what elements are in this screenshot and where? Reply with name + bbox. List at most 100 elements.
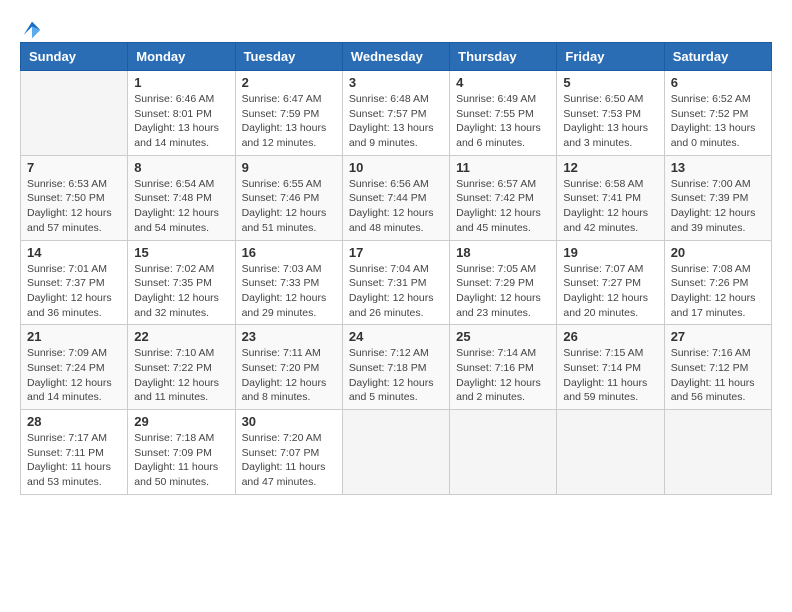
day-info: Sunrise: 6:56 AM Sunset: 7:44 PM Dayligh…	[349, 177, 443, 236]
calendar-cell: 6 Sunrise: 6:52 AM Sunset: 7:52 PM Daylig…	[664, 71, 771, 156]
calendar-cell: 19 Sunrise: 7:07 AM Sunset: 7:27 PM Dayli…	[557, 240, 664, 325]
calendar-cell: 11 Sunrise: 6:57 AM Sunset: 7:42 PM Dayli…	[450, 155, 557, 240]
day-info: Sunrise: 7:05 AM Sunset: 7:29 PM Dayligh…	[456, 262, 550, 321]
calendar-cell	[21, 71, 128, 156]
day-number: 14	[27, 245, 121, 260]
day-info: Sunrise: 7:00 AM Sunset: 7:39 PM Dayligh…	[671, 177, 765, 236]
calendar-cell: 23 Sunrise: 7:11 AM Sunset: 7:20 PM Dayli…	[235, 325, 342, 410]
column-header-monday: Monday	[128, 43, 235, 71]
calendar-cell: 18 Sunrise: 7:05 AM Sunset: 7:29 PM Dayli…	[450, 240, 557, 325]
calendar-cell	[342, 410, 449, 495]
day-number: 2	[242, 75, 336, 90]
day-number: 12	[563, 160, 657, 175]
calendar-cell: 4 Sunrise: 6:49 AM Sunset: 7:55 PM Daylig…	[450, 71, 557, 156]
day-info: Sunrise: 6:46 AM Sunset: 8:01 PM Dayligh…	[134, 92, 228, 151]
calendar-cell: 3 Sunrise: 6:48 AM Sunset: 7:57 PM Daylig…	[342, 71, 449, 156]
calendar-cell	[664, 410, 771, 495]
day-number: 23	[242, 329, 336, 344]
calendar-cell: 2Sunrise: 6:47 AM Sunset: 7:59 PM Daylig…	[235, 71, 342, 156]
day-info: Sunrise: 6:52 AM Sunset: 7:52 PM Dayligh…	[671, 92, 765, 151]
day-number: 15	[134, 245, 228, 260]
day-number: 11	[456, 160, 550, 175]
day-number: 17	[349, 245, 443, 260]
day-number: 1	[134, 75, 228, 90]
calendar-cell	[557, 410, 664, 495]
calendar-cell: 17 Sunrise: 7:04 AM Sunset: 7:31 PM Dayli…	[342, 240, 449, 325]
day-number: 26	[563, 329, 657, 344]
calendar-cell: 26 Sunrise: 7:15 AM Sunset: 7:14 PM Dayli…	[557, 325, 664, 410]
calendar-cell: 9 Sunrise: 6:55 AM Sunset: 7:46 PM Daylig…	[235, 155, 342, 240]
day-number: 19	[563, 245, 657, 260]
column-header-friday: Friday	[557, 43, 664, 71]
day-info: Sunrise: 7:08 AM Sunset: 7:26 PM Dayligh…	[671, 262, 765, 321]
column-header-saturday: Saturday	[664, 43, 771, 71]
day-number: 10	[349, 160, 443, 175]
calendar-cell: 24 Sunrise: 7:12 AM Sunset: 7:18 PM Dayli…	[342, 325, 449, 410]
day-info: Sunrise: 7:04 AM Sunset: 7:31 PM Dayligh…	[349, 262, 443, 321]
calendar-cell: 28 Sunrise: 7:17 AM Sunset: 7:11 PM Dayli…	[21, 410, 128, 495]
logo	[20, 20, 42, 32]
calendar-cell: 10 Sunrise: 6:56 AM Sunset: 7:44 PM Dayli…	[342, 155, 449, 240]
day-info: Sunrise: 7:07 AM Sunset: 7:27 PM Dayligh…	[563, 262, 657, 321]
day-number: 21	[27, 329, 121, 344]
calendar-cell: 22Sunrise: 7:10 AM Sunset: 7:22 PM Dayli…	[128, 325, 235, 410]
day-number: 20	[671, 245, 765, 260]
calendar-header-row: SundayMondayTuesdayWednesdayThursdayFrid…	[21, 43, 772, 71]
calendar-week-row: 14Sunrise: 7:01 AM Sunset: 7:37 PM Dayli…	[21, 240, 772, 325]
calendar-week-row: 28 Sunrise: 7:17 AM Sunset: 7:11 PM Dayli…	[21, 410, 772, 495]
day-number: 4	[456, 75, 550, 90]
day-info: Sunrise: 7:11 AM Sunset: 7:20 PM Dayligh…	[242, 346, 336, 405]
day-info: Sunrise: 7:12 AM Sunset: 7:18 PM Dayligh…	[349, 346, 443, 405]
calendar-cell: 30 Sunrise: 7:20 AM Sunset: 7:07 PM Dayli…	[235, 410, 342, 495]
day-info: Sunrise: 6:53 AM Sunset: 7:50 PM Dayligh…	[27, 177, 121, 236]
day-number: 28	[27, 414, 121, 429]
calendar-cell	[450, 410, 557, 495]
day-info: Sunrise: 7:17 AM Sunset: 7:11 PM Dayligh…	[27, 431, 121, 490]
day-number: 3	[349, 75, 443, 90]
day-number: 18	[456, 245, 550, 260]
day-number: 5	[563, 75, 657, 90]
day-number: 8	[134, 160, 228, 175]
column-header-sunday: Sunday	[21, 43, 128, 71]
calendar-cell: 15 Sunrise: 7:02 AM Sunset: 7:35 PM Dayli…	[128, 240, 235, 325]
calendar-cell: 12Sunrise: 6:58 AM Sunset: 7:41 PM Dayli…	[557, 155, 664, 240]
calendar-cell: 16 Sunrise: 7:03 AM Sunset: 7:33 PM Dayli…	[235, 240, 342, 325]
calendar-cell: 13 Sunrise: 7:00 AM Sunset: 7:39 PM Dayli…	[664, 155, 771, 240]
day-info: Sunrise: 6:50 AM Sunset: 7:53 PM Dayligh…	[563, 92, 657, 151]
calendar-cell: 5 Sunrise: 6:50 AM Sunset: 7:53 PM Daylig…	[557, 71, 664, 156]
day-number: 16	[242, 245, 336, 260]
day-info: Sunrise: 6:54 AM Sunset: 7:48 PM Dayligh…	[134, 177, 228, 236]
day-info: Sunrise: 7:10 AM Sunset: 7:22 PM Dayligh…	[134, 346, 228, 405]
calendar-week-row: 21Sunrise: 7:09 AM Sunset: 7:24 PM Dayli…	[21, 325, 772, 410]
day-info: Sunrise: 6:48 AM Sunset: 7:57 PM Dayligh…	[349, 92, 443, 151]
day-number: 9	[242, 160, 336, 175]
calendar-cell: 27Sunrise: 7:16 AM Sunset: 7:12 PM Dayli…	[664, 325, 771, 410]
day-number: 6	[671, 75, 765, 90]
day-info: Sunrise: 7:14 AM Sunset: 7:16 PM Dayligh…	[456, 346, 550, 405]
day-info: Sunrise: 6:55 AM Sunset: 7:46 PM Dayligh…	[242, 177, 336, 236]
day-info: Sunrise: 7:03 AM Sunset: 7:33 PM Dayligh…	[242, 262, 336, 321]
column-header-wednesday: Wednesday	[342, 43, 449, 71]
column-header-tuesday: Tuesday	[235, 43, 342, 71]
calendar-cell: 25Sunrise: 7:14 AM Sunset: 7:16 PM Dayli…	[450, 325, 557, 410]
day-number: 29	[134, 414, 228, 429]
calendar-cell: 7Sunrise: 6:53 AM Sunset: 7:50 PM Daylig…	[21, 155, 128, 240]
calendar-cell: 1 Sunrise: 6:46 AM Sunset: 8:01 PM Daylig…	[128, 71, 235, 156]
day-number: 13	[671, 160, 765, 175]
day-number: 24	[349, 329, 443, 344]
day-info: Sunrise: 7:16 AM Sunset: 7:12 PM Dayligh…	[671, 346, 765, 405]
day-info: Sunrise: 6:49 AM Sunset: 7:55 PM Dayligh…	[456, 92, 550, 151]
calendar-cell: 14Sunrise: 7:01 AM Sunset: 7:37 PM Dayli…	[21, 240, 128, 325]
page-header	[20, 20, 772, 32]
day-number: 30	[242, 414, 336, 429]
calendar-week-row: 7Sunrise: 6:53 AM Sunset: 7:50 PM Daylig…	[21, 155, 772, 240]
day-info: Sunrise: 6:57 AM Sunset: 7:42 PM Dayligh…	[456, 177, 550, 236]
day-info: Sunrise: 7:20 AM Sunset: 7:07 PM Dayligh…	[242, 431, 336, 490]
column-header-thursday: Thursday	[450, 43, 557, 71]
logo-icon	[22, 20, 42, 40]
calendar-cell: 8 Sunrise: 6:54 AM Sunset: 7:48 PM Daylig…	[128, 155, 235, 240]
day-info: Sunrise: 7:02 AM Sunset: 7:35 PM Dayligh…	[134, 262, 228, 321]
day-info: Sunrise: 7:18 AM Sunset: 7:09 PM Dayligh…	[134, 431, 228, 490]
calendar-week-row: 1 Sunrise: 6:46 AM Sunset: 8:01 PM Daylig…	[21, 71, 772, 156]
day-info: Sunrise: 7:15 AM Sunset: 7:14 PM Dayligh…	[563, 346, 657, 405]
